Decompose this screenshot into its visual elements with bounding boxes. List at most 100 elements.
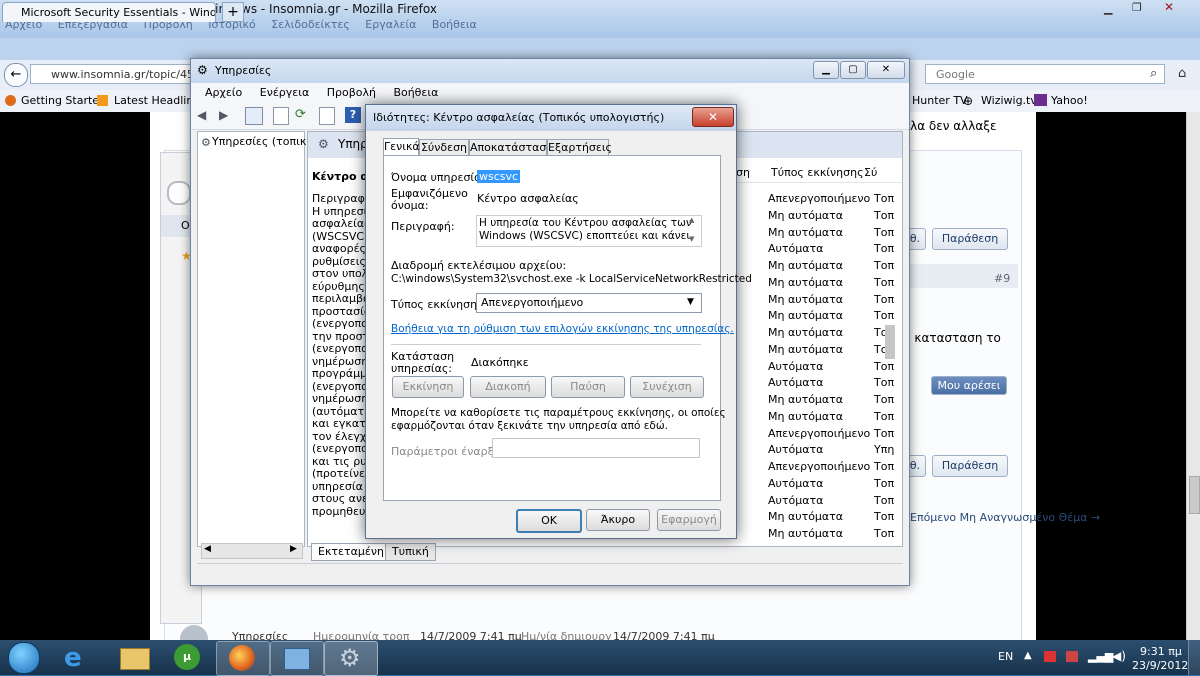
close-icon[interactable]: ✕	[1164, 0, 1174, 14]
tray-up-arrow-icon[interactable]: ▲	[1024, 650, 1032, 661]
tab-logon[interactable]: Σύνδεση	[419, 139, 469, 156]
services-minimize-icon[interactable]: ▁	[813, 61, 839, 79]
dialog-close-icon[interactable]: ✕	[692, 107, 734, 127]
startup-type-cell[interactable]: Μη αυτόματα	[768, 291, 843, 308]
home-icon[interactable]: ⌂	[1178, 66, 1186, 81]
svc-menu-view[interactable]: Προβολή	[327, 83, 376, 103]
bookmark-getting-started[interactable]: Getting Started	[21, 94, 106, 107]
logon-cell[interactable]: Τοπ	[874, 425, 894, 442]
browser-tab[interactable]: Microsoft Security Essentials - Windows …	[2, 2, 216, 22]
clock-time[interactable]: 9:31 πμ	[1140, 645, 1182, 658]
startup-type-cell[interactable]: Αυτόματα	[768, 492, 823, 509]
scroll-left-icon[interactable]: ◀	[204, 544, 211, 554]
scroll-right-icon[interactable]: ▶	[290, 544, 297, 554]
start-button[interactable]: Εκκίνηση	[392, 376, 464, 398]
pause-button[interactable]: Παύση	[551, 376, 625, 398]
logon-cell[interactable]: Τοπ	[874, 408, 894, 425]
startup-type-cell[interactable]: Απενεργοποιήμενο	[768, 425, 870, 442]
logon-cell[interactable]: Τοπ	[874, 307, 894, 324]
refresh-icon[interactable]: ⟳	[295, 107, 306, 122]
logon-cell[interactable]: Τοπ	[874, 224, 894, 241]
help-icon[interactable]: ?	[345, 107, 361, 123]
language-indicator[interactable]: EN	[998, 650, 1013, 663]
services-maximize-icon[interactable]: ▢	[840, 61, 866, 79]
logon-cell[interactable]: Τοπ	[874, 358, 894, 375]
logon-cell[interactable]: Τοπ	[874, 492, 894, 509]
tab-standard[interactable]: Τυπική	[385, 543, 436, 561]
startup-type-cell[interactable]: Αυτόματα	[768, 240, 823, 257]
show-desktop-button[interactable]	[1188, 640, 1200, 675]
tray-network-icon[interactable]: ▂▄▆	[1088, 650, 1113, 663]
startup-type-cell[interactable]: Μη αυτόματα	[768, 274, 843, 291]
next-unread-link[interactable]: Επόμενο Μη Αναγνωσμένο Θέμα →	[910, 511, 1100, 524]
description-box[interactable]: Η υπηρεσία του Κέντρου ασφαλείας των Win…	[476, 215, 702, 247]
startup-type-cell[interactable]: Μη αυτόματα	[768, 525, 843, 542]
logon-cell[interactable]: Τοπ	[874, 508, 894, 525]
like-button[interactable]: Μου αρέσει	[931, 376, 1007, 395]
startup-type-cell[interactable]: Αυτόματα	[768, 441, 823, 458]
apply-button[interactable]: Εφαρμογή	[657, 509, 721, 531]
start-button[interactable]	[4, 640, 42, 675]
search-icon[interactable]: ⌕	[1150, 66, 1157, 81]
menu-tools[interactable]: Εργαλεία	[365, 18, 416, 31]
startup-type-cell[interactable]: Μη αυτόματα	[768, 408, 843, 425]
clock-date[interactable]: 23/9/2012	[1132, 659, 1188, 672]
taskbar-explorer[interactable]	[108, 641, 160, 674]
logon-cell[interactable]: Τοπ	[874, 525, 894, 542]
tab-recovery[interactable]: Αποκατάσταση	[469, 139, 553, 156]
ok-button[interactable]: ΟΚ	[516, 509, 582, 533]
tray-security-icon[interactable]	[1066, 651, 1078, 662]
service-name-value[interactable]: wscsvc	[477, 170, 521, 183]
startup-type-cell[interactable]: Μη αυτόματα	[768, 207, 843, 224]
startup-type-cell[interactable]: Μη αυτόματα	[768, 324, 843, 341]
startup-type-select[interactable]: Απενεργοποιήμενο ▼	[476, 293, 702, 313]
params-input[interactable]	[492, 438, 700, 458]
tab-extended[interactable]: Εκτεταμένη	[311, 543, 391, 561]
startup-type-cell[interactable]: Απενεργοποιήμενο	[768, 190, 870, 207]
startup-help-link[interactable]: Βοήθεια για τη ρύθμιση των επιλογών εκκί…	[391, 323, 734, 335]
search-input[interactable]: Google	[925, 64, 1165, 84]
taskbar-firefox[interactable]	[216, 641, 270, 676]
logon-cell[interactable]: Τοπ	[874, 391, 894, 408]
list-scroll-thumb[interactable]	[885, 325, 895, 359]
logon-cell[interactable]: Υπη	[874, 441, 894, 458]
svc-menu-action[interactable]: Ενέργεια	[260, 83, 309, 103]
logon-cell[interactable]: Τοπ	[874, 240, 894, 257]
startup-type-cell[interactable]: Μη αυτόματα	[768, 341, 843, 358]
logon-cell[interactable]: Τοπ	[874, 458, 894, 475]
maximize-icon[interactable]: ❐	[1132, 1, 1142, 14]
taskbar-services[interactable]: ⚙	[324, 641, 378, 676]
page-scrollbar[interactable]	[1186, 112, 1200, 640]
tree-hscrollbar[interactable]: ◀ ▶	[201, 543, 303, 559]
properties-icon[interactable]	[273, 107, 289, 125]
taskbar-control-panel[interactable]	[270, 641, 324, 676]
startup-type-cell[interactable]: Μη αυτόματα	[768, 224, 843, 241]
logon-cell[interactable]: Τοπ	[874, 475, 894, 492]
bookmark-hunter-tv[interactable]: Hunter TV	[912, 94, 968, 107]
logon-cell[interactable]: Τοπ	[874, 374, 894, 391]
quote-button[interactable]: Παράθεση	[932, 228, 1008, 250]
taskbar-ie[interactable]: e	[52, 641, 104, 674]
bookmark-yahoo[interactable]: Yahoo!	[1051, 94, 1088, 107]
logon-cell[interactable]: Τοπ	[874, 257, 894, 274]
taskbar-utorrent[interactable]: µ	[162, 641, 214, 674]
startup-type-cell[interactable]: Μη αυτόματα	[768, 508, 843, 525]
cancel-button[interactable]: Άκυρο	[586, 509, 650, 531]
menu-bookmarks[interactable]: Σελιδοδείκτες	[271, 18, 350, 31]
minimize-icon[interactable]: ▁	[1104, 2, 1112, 15]
startup-type-cell[interactable]: Μη αυτόματα	[768, 307, 843, 324]
new-tab-button[interactable]: +	[222, 2, 244, 22]
svc-menu-file[interactable]: Αρχείο	[205, 83, 242, 103]
logon-cell[interactable]: Τοπ	[874, 190, 894, 207]
startup-type-cell[interactable]: Μη αυτόματα	[768, 257, 843, 274]
forward-icon[interactable]: ▶	[219, 108, 228, 122]
svc-menu-help[interactable]: Βοήθεια	[393, 83, 438, 103]
quote-button-2[interactable]: Παράθεση	[932, 455, 1008, 477]
tray-volume-icon[interactable]: ◀)	[1112, 649, 1126, 663]
startup-type-cell[interactable]: Αυτόματα	[768, 475, 823, 492]
menu-help[interactable]: Βοήθεια	[432, 18, 477, 31]
startup-type-cell[interactable]: Αυτόματα	[768, 374, 823, 391]
logon-cell[interactable]: Τοπ	[874, 291, 894, 308]
url-bar[interactable]: www.insomnia.gr/topic/45956	[30, 64, 210, 84]
logon-cell[interactable]: Τοπ	[874, 207, 894, 224]
